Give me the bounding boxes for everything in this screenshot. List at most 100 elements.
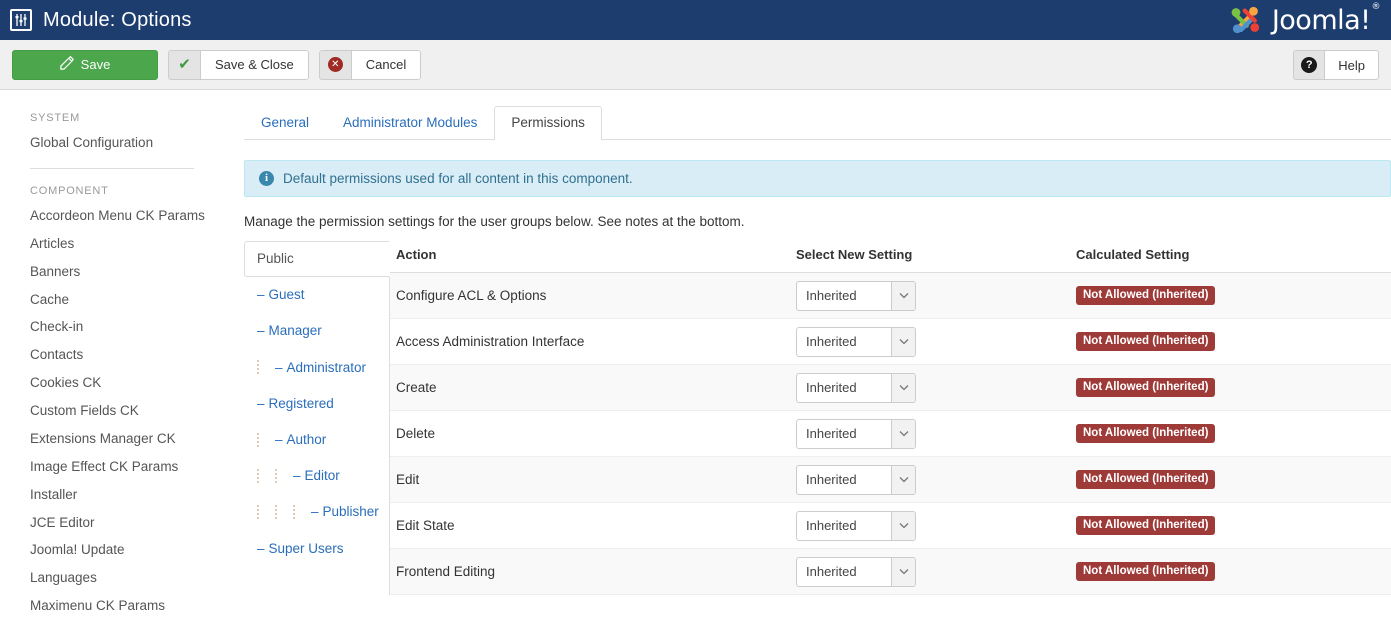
sliders-icon bbox=[10, 9, 32, 31]
permissions-table-wrap: Action Select New Setting Calculated Set… bbox=[390, 241, 1391, 595]
help-button[interactable]: ? Help bbox=[1293, 50, 1379, 80]
dash-marker: – bbox=[257, 287, 265, 303]
sidebar-item-languages[interactable]: Languages bbox=[30, 570, 214, 587]
sidebar-item-check-in[interactable]: Check-in bbox=[30, 319, 214, 336]
sidebar-item-image-effect-ck-params[interactable]: Image Effect CK Params bbox=[30, 459, 214, 476]
tab-permissions[interactable]: Permissions bbox=[494, 105, 602, 140]
group-tab-super-users[interactable]: – Super Users bbox=[244, 531, 389, 567]
group-tab-administrator[interactable]: – Administrator bbox=[244, 350, 389, 386]
sidebar-item-maximenu-ck-params[interactable]: Maximenu CK Params bbox=[30, 598, 214, 615]
action-cell: Edit State bbox=[390, 502, 790, 549]
sidebar-item-extensions-manager-ck[interactable]: Extensions Manager CK bbox=[30, 431, 214, 448]
setting-cell: Inherited bbox=[790, 272, 1070, 319]
setting-select-value: Inherited bbox=[806, 288, 857, 303]
chevron-down-icon bbox=[891, 465, 915, 494]
sidebar-item-cookies-ck[interactable]: Cookies CK bbox=[30, 375, 214, 392]
setting-cell: Inherited bbox=[790, 318, 1070, 365]
indent-marker bbox=[275, 504, 277, 520]
sidebar-item-cache[interactable]: Cache bbox=[30, 292, 214, 309]
indent-marker bbox=[257, 468, 259, 484]
permissions-panel: Public – Guest – Manager – Administrator… bbox=[244, 241, 1391, 595]
column-header-calculated-setting: Calculated Setting bbox=[1070, 241, 1391, 273]
sidebar-item-installer[interactable]: Installer bbox=[30, 487, 214, 504]
setting-cell: Inherited bbox=[790, 548, 1070, 595]
setting-select[interactable]: Inherited bbox=[796, 556, 916, 587]
setting-select[interactable]: Inherited bbox=[796, 372, 916, 403]
save-button-label: Save bbox=[80, 57, 111, 72]
save-button[interactable]: Save bbox=[12, 49, 158, 80]
sidebar-item-joomla-update[interactable]: Joomla! Update bbox=[30, 542, 214, 559]
calculated-cell: Not Allowed (Inherited) bbox=[1070, 318, 1391, 365]
header-left: Module: Options bbox=[10, 9, 192, 31]
table-row: Edit Inherited Not Allowed (Inherited) bbox=[390, 456, 1391, 503]
group-tab-registered[interactable]: – Registered bbox=[244, 386, 389, 422]
cancel-button[interactable]: ✕ Cancel bbox=[318, 49, 422, 80]
sidebar-item-global-configuration[interactable]: Global Configuration bbox=[30, 135, 214, 152]
info-icon: i bbox=[259, 171, 274, 186]
sidebar-item-contacts[interactable]: Contacts bbox=[30, 347, 214, 364]
dash-marker: – bbox=[257, 540, 265, 556]
group-tab-label: Registered bbox=[268, 395, 334, 411]
calculated-cell: Not Allowed (Inherited) bbox=[1070, 456, 1391, 503]
sidebar-item-accordeon-menu-ck-params[interactable]: Accordeon Menu CK Params bbox=[30, 208, 214, 225]
group-tab-publisher[interactable]: – Publisher bbox=[244, 494, 389, 530]
dash-marker: – bbox=[257, 323, 265, 339]
sidebar-heading-system: SYSTEM bbox=[30, 112, 81, 124]
action-cell: Edit bbox=[390, 456, 790, 503]
status-badge: Not Allowed (Inherited) bbox=[1076, 423, 1216, 444]
manage-note: Manage the permission settings for the u… bbox=[244, 214, 745, 229]
save-close-button[interactable]: ✔ Save & Close bbox=[168, 49, 309, 80]
sidebar-divider bbox=[30, 167, 194, 169]
main-content: General Administrator Modules Permission… bbox=[232, 90, 1391, 620]
setting-select-value: Inherited bbox=[806, 518, 857, 533]
setting-select[interactable]: Inherited bbox=[796, 418, 916, 449]
sidebar-item-banners[interactable]: Banners bbox=[30, 264, 214, 281]
setting-select[interactable]: Inherited bbox=[796, 510, 916, 541]
joomla-wordmark: Joomla!® bbox=[1271, 1, 1381, 36]
sidebar-item-articles[interactable]: Articles bbox=[30, 236, 214, 253]
table-head: Action Select New Setting Calculated Set… bbox=[390, 241, 1391, 273]
help-button-label[interactable]: Help bbox=[1324, 50, 1379, 80]
cancel-button-group[interactable]: ✕ Cancel bbox=[318, 49, 422, 80]
status-badge: Not Allowed (Inherited) bbox=[1076, 285, 1216, 306]
setting-cell: Inherited bbox=[790, 364, 1070, 411]
registered-mark: ® bbox=[1371, 1, 1381, 12]
group-tab-label: Guest bbox=[268, 287, 305, 303]
cancel-label[interactable]: Cancel bbox=[350, 49, 422, 80]
group-tab-author[interactable]: – Author bbox=[244, 422, 389, 458]
status-badge: Not Allowed (Inherited) bbox=[1076, 331, 1216, 352]
setting-select[interactable]: Inherited bbox=[796, 464, 916, 495]
group-tab-label: Editor bbox=[304, 468, 340, 484]
dash-marker: – bbox=[275, 431, 283, 447]
sidebar-item-custom-fields-ck[interactable]: Custom Fields CK bbox=[30, 403, 214, 420]
table-row: Frontend Editing Inherited Not Allowed (… bbox=[390, 548, 1391, 595]
setting-select[interactable]: Inherited bbox=[796, 280, 916, 311]
action-cell: Delete bbox=[390, 410, 790, 457]
status-badge: Not Allowed (Inherited) bbox=[1076, 515, 1216, 536]
group-tab-label: Public bbox=[257, 251, 294, 266]
group-tab-guest[interactable]: – Guest bbox=[244, 277, 389, 313]
setting-select[interactable]: Inherited bbox=[796, 326, 916, 357]
group-tab-label: Author bbox=[286, 431, 327, 447]
group-tab-label: Manager bbox=[268, 323, 322, 339]
column-header-select-new-setting: Select New Setting bbox=[790, 241, 1070, 273]
table-row: Create Inherited Not Allowed (Inherited) bbox=[390, 364, 1391, 411]
group-tab-editor[interactable]: – Editor bbox=[244, 458, 389, 494]
tab-general[interactable]: General bbox=[244, 106, 326, 140]
group-tab-label: Super Users bbox=[268, 540, 344, 556]
save-close-button-group[interactable]: ✔ Save & Close bbox=[168, 49, 309, 80]
joomla-logo: Joomla!® bbox=[1226, 0, 1391, 40]
save-close-label[interactable]: Save & Close bbox=[200, 49, 309, 80]
sidebar-item-jce-editor[interactable]: JCE Editor bbox=[30, 515, 214, 532]
indent-marker bbox=[257, 360, 259, 376]
chevron-down-icon bbox=[891, 557, 915, 586]
dash-marker: – bbox=[275, 359, 283, 375]
permissions-table: Action Select New Setting Calculated Set… bbox=[390, 241, 1391, 595]
group-tab-manager[interactable]: – Manager bbox=[244, 313, 389, 349]
chevron-down-icon bbox=[891, 373, 915, 402]
tab-administrator-modules[interactable]: Administrator Modules bbox=[326, 106, 494, 140]
table-body: Configure ACL & Options Inherited Not Al… bbox=[390, 272, 1391, 595]
indent-marker bbox=[257, 504, 259, 520]
group-tab-public[interactable]: Public bbox=[244, 241, 390, 278]
sidebar-heading-component: COMPONENT bbox=[30, 184, 109, 197]
